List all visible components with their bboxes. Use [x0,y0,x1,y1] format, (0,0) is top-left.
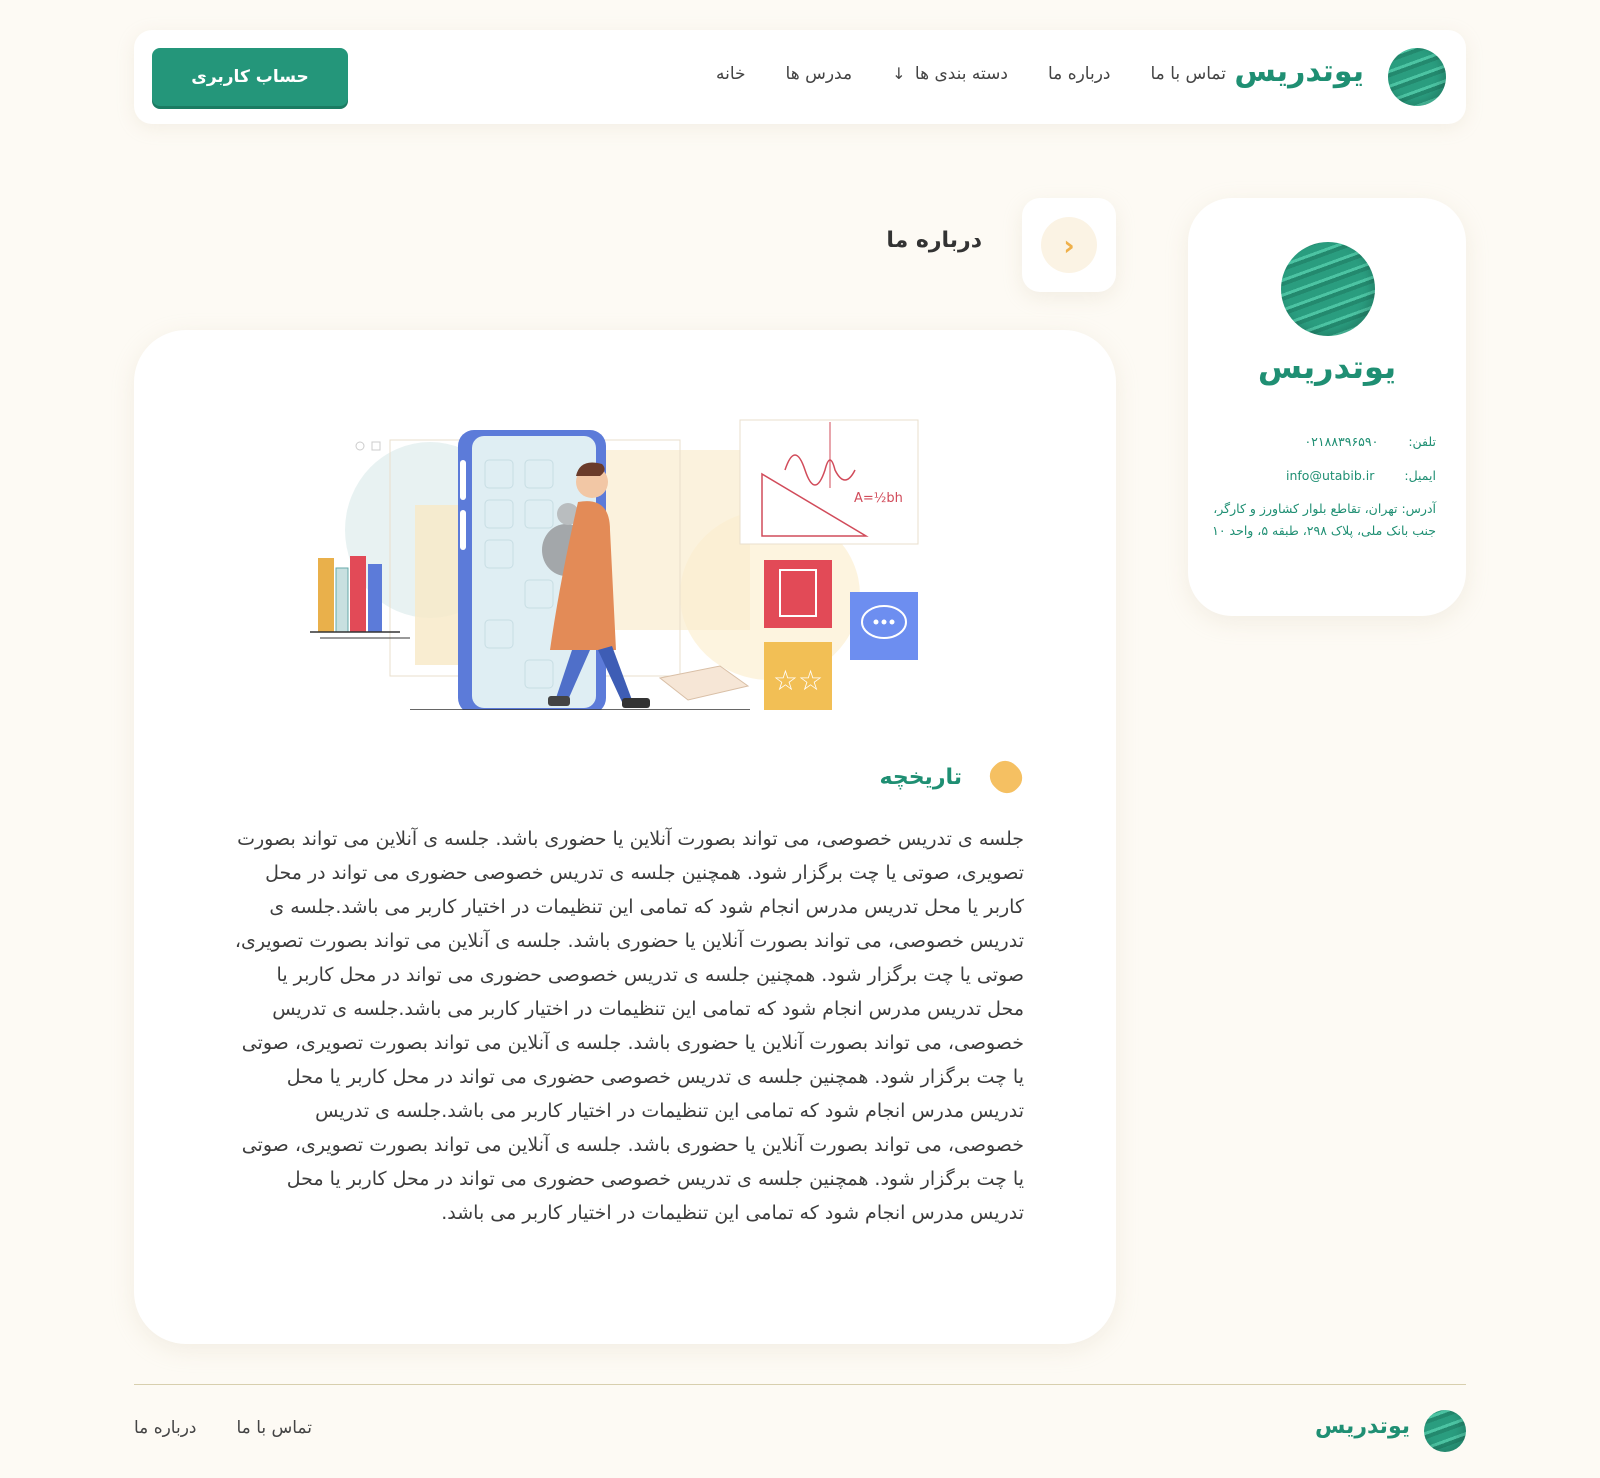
nav-item-teachers[interactable]: مدرس ها [786,64,853,84]
footer-divider [134,1384,1466,1385]
main-nav: خانه مدرس ها دسته بندی ها ↓ درباره ما تم… [716,64,1226,84]
history-title: تاریخچه [879,764,963,790]
about-content-card: A=½bh ☆☆ تاریخچه جلسه ی تدریس خصوصی، می … [134,330,1116,1344]
card-logo-text: یوتدریس [1257,348,1397,386]
arrow-down-icon: ↓ [892,64,906,83]
logo-text[interactable]: یوتدریس [1234,54,1364,89]
footer-link-contact[interactable]: تماس با ما [237,1418,313,1438]
account-button[interactable]: حساب کاربری [152,48,348,106]
nav-item-categories-label: دسته بندی ها [914,64,1008,84]
nav-item-home[interactable]: خانه [716,64,746,84]
contact-info-card: یوتدریس تلفن: ۰۲۱۸۸۳۹۶۵۹۰ ایمیل: info@ut… [1188,198,1466,616]
footer-logo-icon[interactable] [1424,1410,1466,1452]
phone-row: تلفن: ۰۲۱۸۸۳۹۶۵۹۰ [1304,434,1436,449]
email-row: ایمیل: info@utabib.ir [1286,468,1436,483]
formula-text: A=½bh [854,491,903,506]
nav-item-about[interactable]: درباره ما [1048,64,1111,84]
email-label: ایمیل: [1404,468,1436,483]
nav-item-categories[interactable]: دسته بندی ها ↓ [892,64,1008,84]
history-section-header: تاریخچه [879,755,1028,799]
footer-links: درباره ما تماس با ما [134,1418,312,1438]
page-title: درباره ما [886,228,982,253]
student-illustration: A=½bh ☆☆ [310,419,919,710]
logo-icon [1281,242,1375,336]
logo-icon[interactable] [1388,48,1446,106]
footer-link-about[interactable]: درباره ما [134,1418,197,1438]
phone-label: تلفن: [1408,434,1436,449]
address-text: آدرس: تهران، تقاطع بلوار کشاورز و کارگر،… [1212,501,1436,538]
phone-value[interactable]: ۰۲۱۸۸۳۹۶۵۹۰ [1304,434,1378,449]
footer-logo-text[interactable]: یوتدریس [1315,1414,1410,1439]
nav-item-contact[interactable]: تماس با ما [1151,64,1227,84]
svg-text:☆☆: ☆☆ [773,664,823,697]
history-body-text: جلسه ی تدریس خصوصی، می تواند بصورت آنلای… [234,828,1024,1224]
section-bullet-icon [984,755,1028,799]
back-button[interactable]: › [1022,198,1116,292]
top-header: یوتدریس خانه مدرس ها دسته بندی ها ↓ دربا… [134,30,1466,124]
email-value[interactable]: info@utabib.ir [1286,468,1374,483]
chevron-right-icon: › [1041,217,1097,273]
